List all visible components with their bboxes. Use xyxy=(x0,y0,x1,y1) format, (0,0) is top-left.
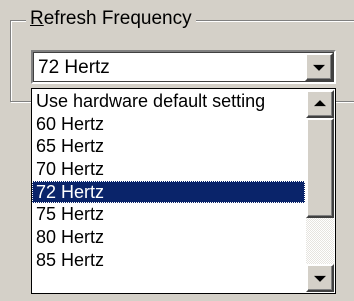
refresh-frequency-label: Refresh Frequency xyxy=(26,7,196,31)
dropdown-toggle-button[interactable] xyxy=(305,53,333,81)
refresh-frequency-dropdown-list: Use hardware default setting 60 Hertz 65… xyxy=(31,88,336,294)
list-item-75-hertz[interactable]: 75 Hertz xyxy=(32,203,305,226)
list-item-85-hertz[interactable]: 85 Hertz xyxy=(32,249,305,272)
group-label-text: efresh Frequency xyxy=(43,8,192,29)
accelerator-key: R xyxy=(30,8,44,29)
scroll-down-arrow-icon xyxy=(314,275,326,282)
dropdown-options: Use hardware default setting 60 Hertz 65… xyxy=(32,90,305,293)
scrollbar-thumb[interactable] xyxy=(306,118,334,218)
scroll-up-button[interactable] xyxy=(306,90,334,118)
list-item-hardware-default[interactable]: Use hardware default setting xyxy=(32,90,305,113)
chevron-down-icon xyxy=(313,64,325,71)
combobox-selected-value: 72 Hertz xyxy=(38,57,110,78)
list-item-65-hertz[interactable]: 65 Hertz xyxy=(32,135,305,158)
refresh-frequency-dialog-fragment: Refresh Frequency 72 Hertz Use hardware … xyxy=(0,0,354,301)
list-item-80-hertz[interactable]: 80 Hertz xyxy=(32,226,305,249)
vertical-scrollbar[interactable] xyxy=(306,90,334,292)
list-item-60-hertz[interactable]: 60 Hertz xyxy=(32,113,305,136)
list-item-70-hertz[interactable]: 70 Hertz xyxy=(32,158,305,181)
scroll-up-arrow-icon xyxy=(314,100,326,107)
refresh-frequency-combobox[interactable]: 72 Hertz xyxy=(31,50,336,84)
list-item-72-hertz[interactable]: 72 Hertz xyxy=(32,180,305,204)
scroll-down-button[interactable] xyxy=(306,264,334,292)
